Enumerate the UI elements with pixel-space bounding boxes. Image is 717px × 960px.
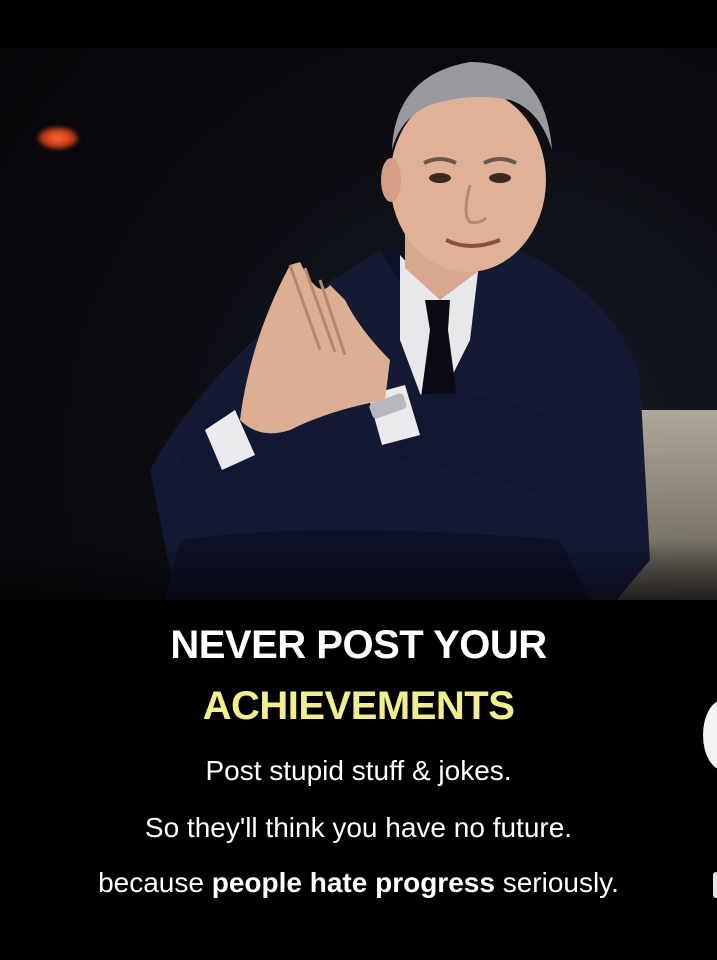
right-eye xyxy=(489,173,511,183)
meme-image: NEVER POST YOUR ACHIEVEMENTS Post stupid… xyxy=(0,0,717,960)
caption-line-1: Post stupid stuff & jokes. xyxy=(205,755,512,786)
ear xyxy=(381,158,401,202)
caption-line-3-emphasis: people hate progress xyxy=(211,867,495,898)
headline-line-2: ACHIEVEMENTS xyxy=(202,684,515,728)
caption-line-3: because people hate progress seriously. xyxy=(0,869,717,897)
caption-line-3-suffix: seriously. xyxy=(494,867,619,898)
headline-line-1: NEVER POST YOUR xyxy=(170,623,547,667)
caption-line-2: So they'll think you have no future. xyxy=(144,812,573,843)
left-eye xyxy=(429,173,451,183)
side-edge-marker xyxy=(713,872,717,898)
caption-line-3-prefix: because xyxy=(98,867,212,898)
